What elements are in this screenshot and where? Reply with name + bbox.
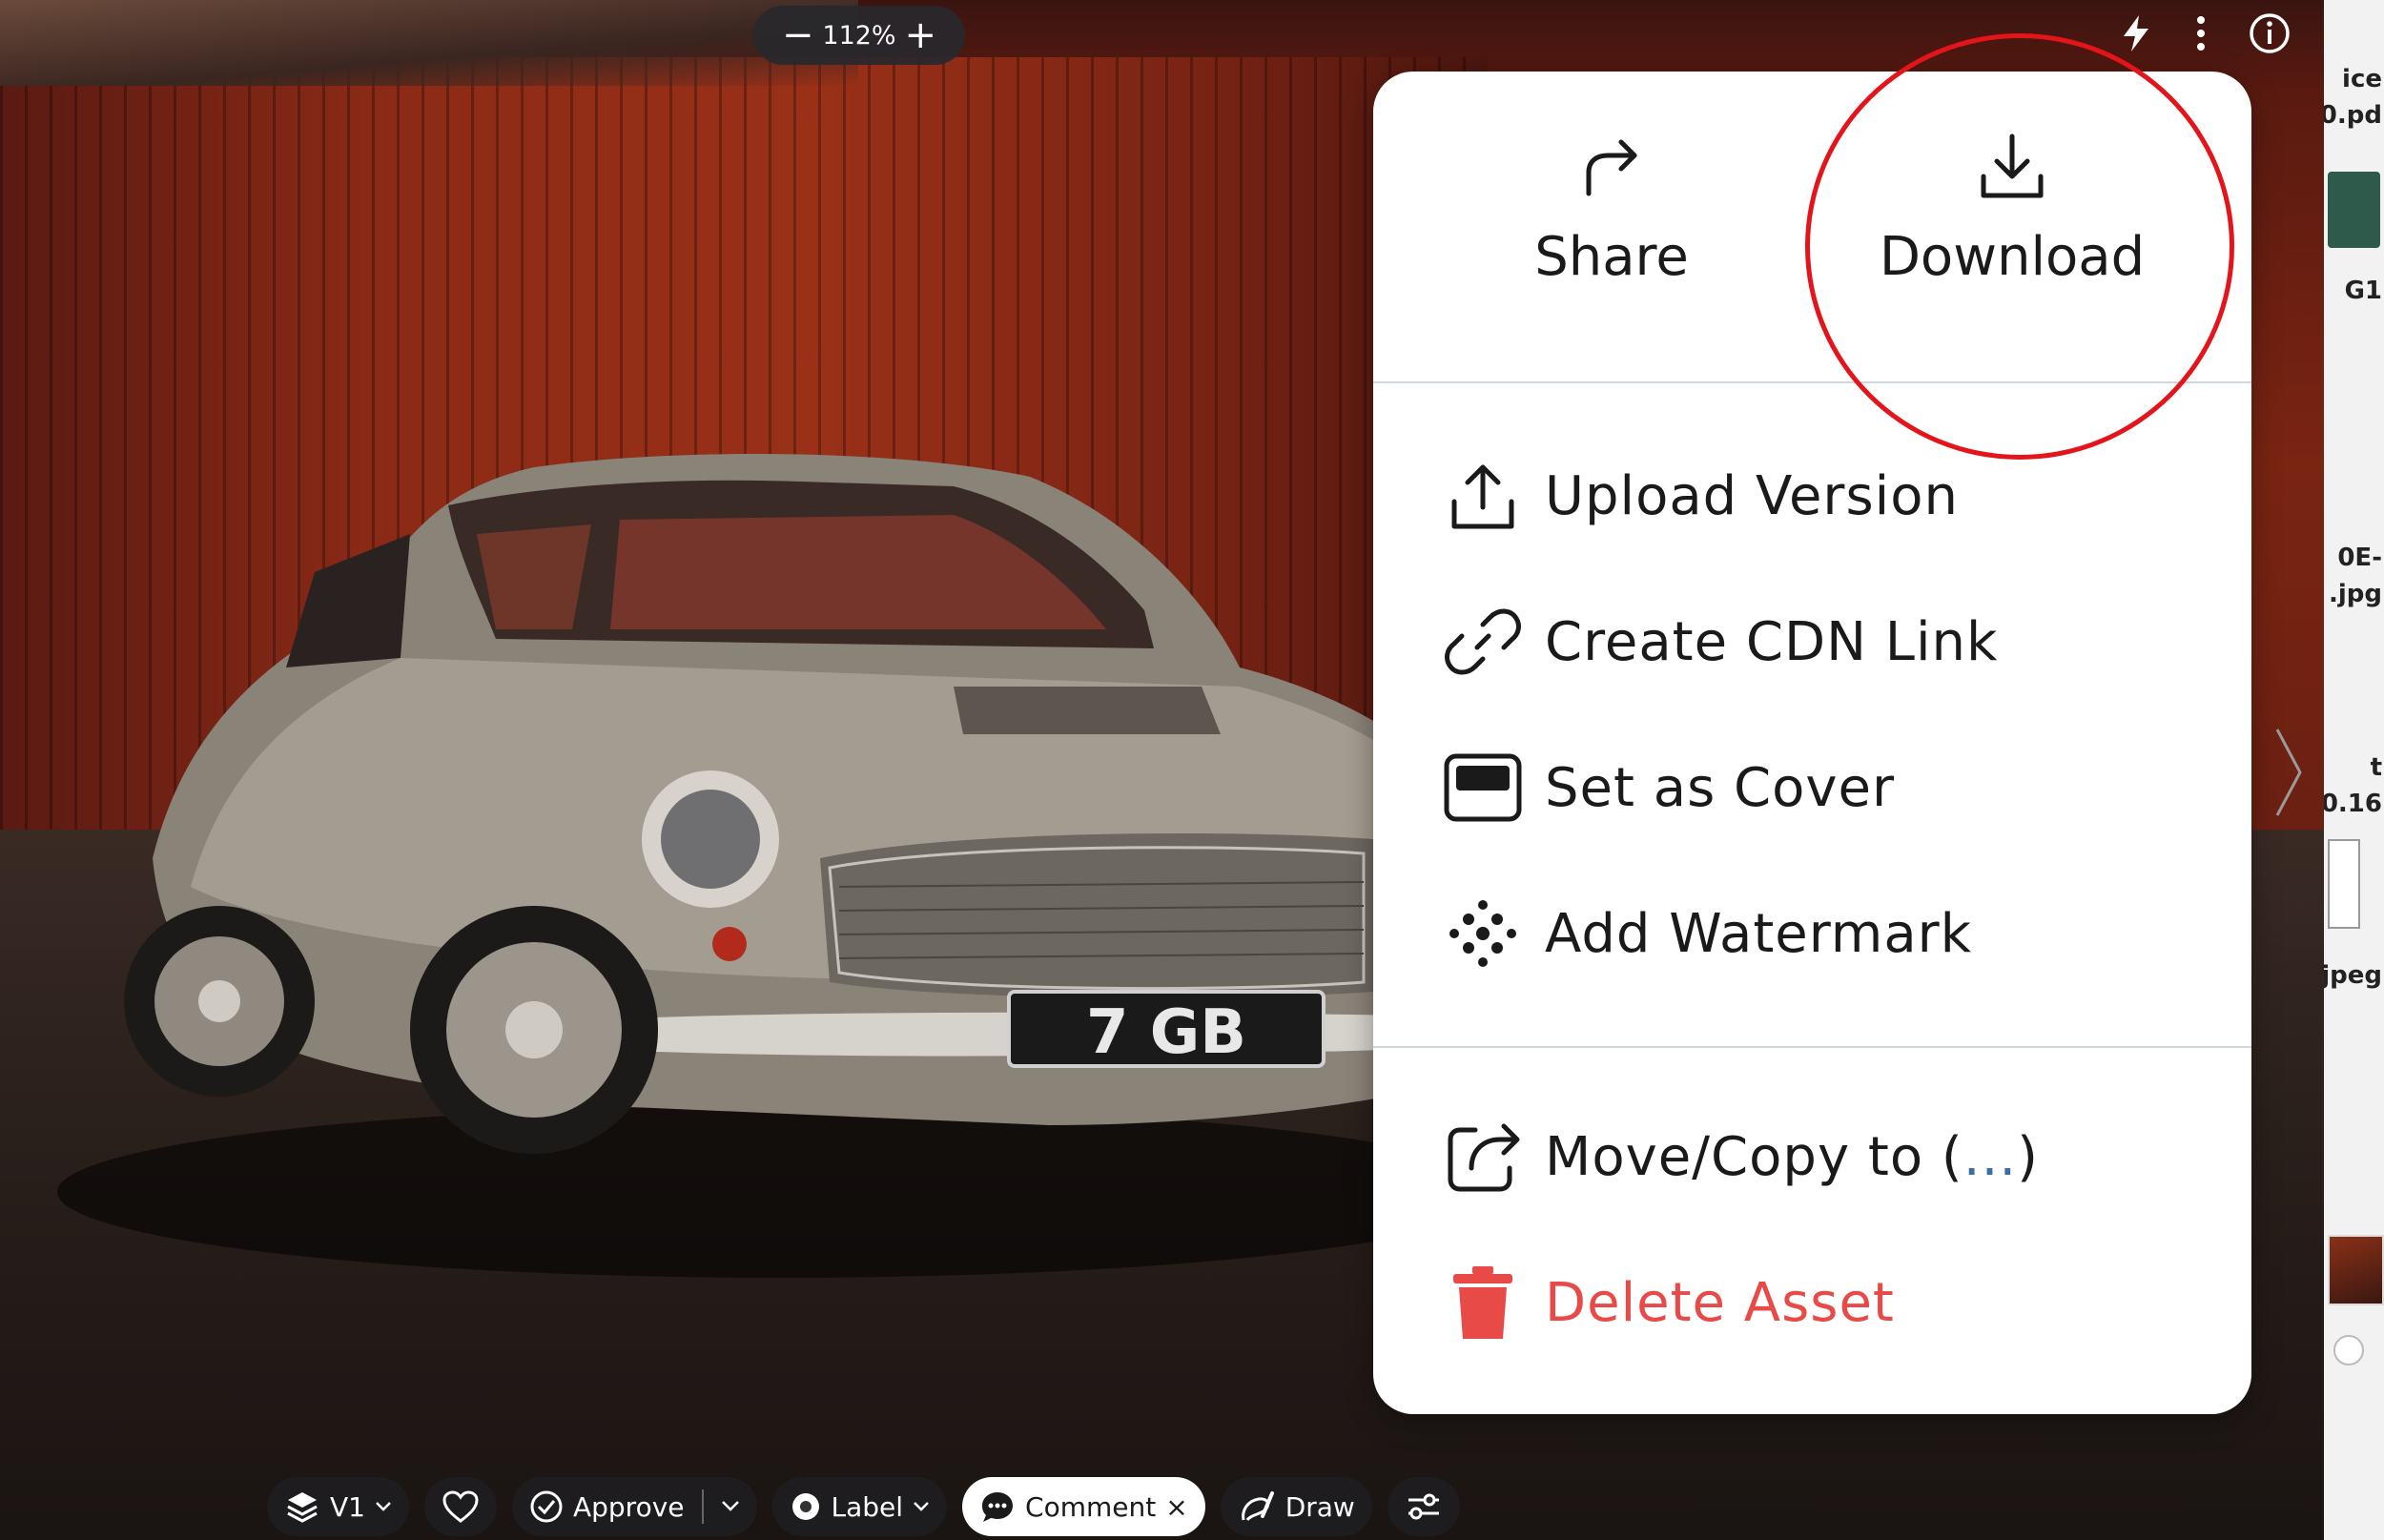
draw-icon (1241, 1491, 1274, 1522)
comment-icon (982, 1492, 1014, 1522)
add-watermark-label: Add Watermark (1545, 902, 1973, 965)
share-button[interactable]: Share (1411, 129, 1812, 348)
approve-dropdown-icon[interactable] (721, 1500, 740, 1513)
file-label: 0E- (2337, 544, 2382, 572)
asset-actions-menu: Share Download Upload Version Create CDN… (1373, 72, 2251, 1414)
menu-primary-actions: Share Download (1373, 72, 2251, 381)
move-copy-item[interactable]: Move/Copy to (...) (1440, 1104, 2203, 1209)
more-vertical-icon[interactable] (2177, 10, 2225, 57)
menu-divider (1373, 381, 2251, 383)
cover-icon (1440, 745, 1526, 831)
watermark-icon (1440, 891, 1526, 976)
file-thumbnail[interactable] (2328, 172, 2380, 248)
set-as-cover-label: Set as Cover (1545, 756, 1896, 819)
add-watermark-item[interactable]: Add Watermark (1440, 881, 2203, 986)
file-label: .jpg (2328, 580, 2382, 608)
download-label: Download (1879, 226, 2146, 288)
menu-divider (1373, 1046, 2251, 1048)
comment-button[interactable]: Comment × (962, 1477, 1205, 1536)
zoom-level[interactable]: 112% (822, 21, 895, 51)
upload-version-label: Upload Version (1545, 464, 1959, 527)
favorite-button[interactable] (423, 1477, 497, 1536)
file-thumbnail[interactable] (2328, 839, 2360, 929)
comment-label: Comment (1025, 1490, 1157, 1523)
download-icon (1981, 133, 2044, 198)
file-label: G1 (2344, 277, 2382, 305)
chevron-down-icon (914, 1502, 929, 1511)
set-as-cover-item[interactable]: Set as Cover (1440, 735, 2203, 840)
file-label: ice (2342, 65, 2382, 93)
zoom-control: − 112% + (753, 6, 965, 65)
delete-asset-item[interactable]: Delete Asset (1440, 1250, 2203, 1355)
bottom-toolbar: V1 Approve Label Comment × Draw (267, 1473, 1460, 1540)
select-circle-icon[interactable] (2333, 1335, 2364, 1365)
version-label: V1 (330, 1490, 365, 1523)
file-label: 0.pd (2324, 101, 2382, 130)
draw-label: Draw (1284, 1490, 1355, 1523)
license-plate: 7 GB (1086, 997, 1246, 1068)
move-copy-dots: ... (1963, 1125, 2018, 1188)
file-list-panel: ice 0.pd G1 0E- .jpg t 0.16 jpeg (2324, 0, 2384, 1540)
zoom-out-button[interactable]: − (782, 16, 814, 54)
upload-icon (1440, 453, 1526, 539)
close-icon[interactable]: × (1165, 1491, 1187, 1523)
file-label: t (2370, 753, 2382, 782)
file-label: 0.16 (2324, 790, 2382, 818)
draw-button[interactable]: Draw (1220, 1477, 1372, 1536)
move-copy-close: ) (2017, 1125, 2040, 1188)
bolt-icon[interactable] (2112, 10, 2160, 57)
move-copy-label: Move/Copy to (...) (1545, 1126, 2039, 1188)
share-icon (1586, 139, 1637, 196)
download-button[interactable]: Download (1812, 129, 2212, 348)
version-button[interactable]: V1 (267, 1477, 409, 1536)
toolbar-separator (701, 1489, 704, 1524)
create-cdn-link-label: Create CDN Link (1545, 610, 1999, 673)
zoom-in-button[interactable]: + (904, 16, 936, 54)
label-button[interactable]: Label (771, 1477, 948, 1536)
info-icon[interactable] (2246, 10, 2293, 57)
check-circle-icon[interactable] (529, 1489, 564, 1524)
chevron-right-icon[interactable] (2270, 725, 2308, 820)
create-cdn-link-item[interactable]: Create CDN Link (1440, 589, 2203, 694)
share-label: Share (1534, 226, 1689, 288)
delete-asset-label: Delete Asset (1545, 1271, 1895, 1334)
label-label: Label (831, 1490, 904, 1523)
approve-group: Approve (511, 1477, 757, 1536)
trash-icon (1440, 1260, 1526, 1345)
file-label: jpeg (2324, 961, 2382, 990)
move-copy-text: Move/Copy to ( (1545, 1125, 1963, 1188)
layers-icon (287, 1492, 318, 1523)
heart-icon (442, 1490, 479, 1523)
approve-button[interactable]: Approve (573, 1491, 685, 1523)
file-thumbnail[interactable] (2328, 1235, 2384, 1305)
adjustments-button[interactable] (1387, 1477, 1460, 1536)
label-icon (791, 1493, 819, 1520)
chevron-down-icon (376, 1502, 391, 1511)
move-copy-icon (1440, 1114, 1526, 1200)
sliders-icon (1408, 1493, 1439, 1520)
link-icon (1440, 599, 1526, 685)
upload-version-item[interactable]: Upload Version (1440, 443, 2203, 548)
